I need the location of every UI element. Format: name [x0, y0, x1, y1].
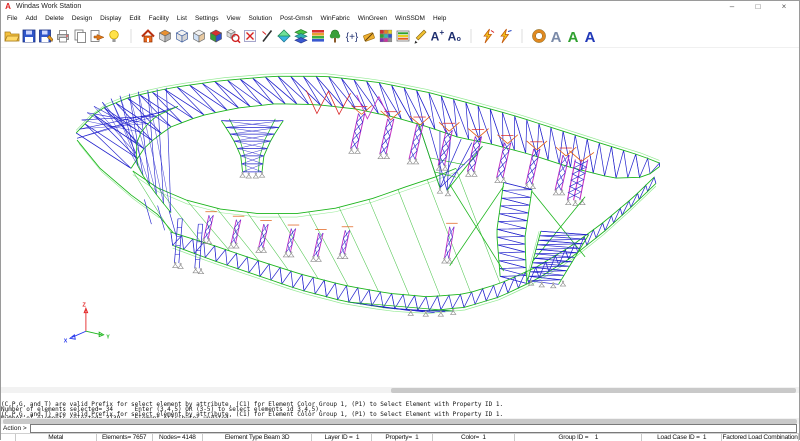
- menu-item[interactable]: Display: [96, 14, 125, 23]
- model-viewport[interactable]: Z X Y: [1, 48, 799, 387]
- toolbar-separator: [122, 27, 139, 45]
- letter-a-blue-icon[interactable]: [581, 27, 598, 45]
- axis-x-label: X: [64, 339, 68, 345]
- target-ring-icon[interactable]: [530, 27, 547, 45]
- scrollbar-thumb[interactable]: [3, 419, 797, 424]
- menu-item[interactable]: WinFabric: [316, 14, 353, 23]
- close-icon[interactable]: ×: [771, 2, 797, 11]
- toolbar: [1, 25, 799, 48]
- menu-item[interactable]: Settings: [191, 14, 223, 23]
- save-edit-icon[interactable]: [37, 27, 54, 45]
- run-analysis-icon[interactable]: [479, 27, 496, 45]
- menu-item[interactable]: View: [222, 14, 244, 23]
- measure-slash-icon[interactable]: [258, 27, 275, 45]
- print-icon[interactable]: [54, 27, 71, 45]
- legend-flag-icon[interactable]: [394, 27, 411, 45]
- message-console: (C,P,G, and T) are valid Prefix for sele…: [1, 393, 799, 418]
- structural-model-canvas[interactable]: Z X Y: [1, 48, 799, 387]
- pencil-icon[interactable]: [411, 27, 428, 45]
- console-scrollbar-bottom[interactable]: [1, 418, 799, 424]
- clear-view-icon[interactable]: [241, 27, 258, 45]
- menu-item[interactable]: Design: [68, 14, 96, 23]
- export-icon[interactable]: [88, 27, 105, 45]
- iso-view-icon[interactable]: [156, 27, 173, 45]
- axis-y-label: Y: [106, 334, 110, 340]
- toolbar-separator: [513, 27, 530, 45]
- action-prompt-label: Action >: [3, 425, 27, 432]
- console-scrollbar-top[interactable]: [1, 387, 799, 393]
- truss-model: [70, 74, 659, 340]
- palette-icon[interactable]: [377, 27, 394, 45]
- menu-item[interactable]: File: [3, 14, 21, 23]
- letter-a-green-icon[interactable]: [564, 27, 581, 45]
- title-bar: A Windas Work Station – □ ×: [1, 1, 799, 12]
- toolbar-separator: [462, 27, 479, 45]
- braces-icon[interactable]: [343, 27, 360, 45]
- zoom-view-icon[interactable]: [224, 27, 241, 45]
- home-view-icon[interactable]: [139, 27, 156, 45]
- layers-icon[interactable]: [292, 27, 309, 45]
- menu-item[interactable]: Add: [21, 14, 41, 23]
- wire-view-icon[interactable]: [173, 27, 190, 45]
- menu-item[interactable]: List: [173, 14, 191, 23]
- menu-item[interactable]: Edit: [125, 14, 144, 23]
- render-bulb-icon[interactable]: [105, 27, 122, 45]
- minimize-icon[interactable]: –: [719, 2, 745, 11]
- copy-icon[interactable]: [71, 27, 88, 45]
- menu-item[interactable]: WinGreen: [354, 14, 391, 23]
- save-icon[interactable]: [20, 27, 37, 45]
- font-decrease-icon[interactable]: [445, 27, 462, 45]
- menu-item[interactable]: Help: [429, 14, 450, 23]
- scrollbar-thumb[interactable]: [391, 388, 796, 393]
- font-increase-icon[interactable]: [428, 27, 445, 45]
- letter-a-steel-icon[interactable]: [547, 27, 564, 45]
- shaded-view-icon[interactable]: [190, 27, 207, 45]
- window-title: Windas Work Station: [16, 3, 719, 10]
- menu-item[interactable]: Post-Gmsh: [276, 14, 317, 23]
- menu-item[interactable]: Solution: [244, 14, 276, 23]
- solid-view-icon[interactable]: [207, 27, 224, 45]
- open-icon[interactable]: [3, 27, 20, 45]
- tree-icon[interactable]: [326, 27, 343, 45]
- menu-bar: FileAddDeleteDesignDisplayEditFacilityLi…: [1, 12, 799, 25]
- menu-item[interactable]: Facility: [145, 14, 173, 23]
- axis-z-label: Z: [82, 302, 86, 308]
- command-row: Action >: [1, 424, 799, 433]
- maximize-icon[interactable]: □: [745, 2, 771, 11]
- tag-icon[interactable]: [360, 27, 377, 45]
- app-icon: A: [4, 3, 12, 11]
- menu-item[interactable]: Delete: [41, 14, 68, 23]
- run-analysis-alt-icon[interactable]: [496, 27, 513, 45]
- command-input[interactable]: [30, 424, 797, 433]
- menu-item[interactable]: WinSSDM: [391, 14, 429, 23]
- app-window: A Windas Work Station – □ × FileAddDelet…: [0, 0, 800, 440]
- color-bars-icon[interactable]: [309, 27, 326, 45]
- shade-diamond-icon[interactable]: [275, 27, 292, 45]
